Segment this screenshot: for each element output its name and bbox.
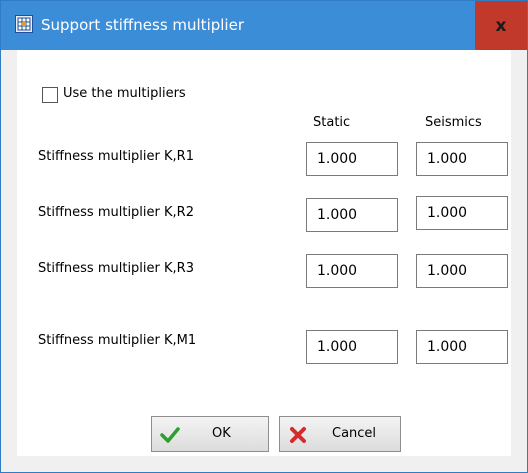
dialog-content: Use the multipliers Static Seismics Stif… bbox=[17, 50, 511, 456]
window-title: Support stiffness multiplier bbox=[41, 16, 244, 34]
close-button[interactable]: x bbox=[475, 1, 527, 50]
cancel-button[interactable]: Cancel bbox=[279, 416, 401, 452]
row-label-kr1: Stiffness multiplier K,R1 bbox=[38, 149, 194, 164]
seismics-field-kr3[interactable]: 1.000 bbox=[416, 254, 508, 288]
seismics-field-kr1[interactable]: 1.000 bbox=[416, 142, 508, 176]
seismics-field-km1[interactable]: 1.000 bbox=[416, 330, 508, 364]
ok-button[interactable]: OK bbox=[151, 416, 269, 452]
row-label-kr2: Stiffness multiplier K,R2 bbox=[38, 205, 194, 220]
red-x-icon bbox=[288, 425, 308, 445]
static-field-kr3[interactable]: 1.000 bbox=[306, 254, 398, 288]
green-check-icon bbox=[160, 425, 180, 445]
close-icon: x bbox=[495, 15, 507, 36]
seismics-field-kr2[interactable]: 1.000 bbox=[416, 196, 508, 230]
titlebar[interactable]: Support stiffness multiplier x bbox=[1, 1, 527, 50]
app-grid-icon bbox=[15, 15, 33, 33]
row-label-km1: Stiffness multiplier K,M1 bbox=[38, 333, 197, 348]
column-header-static: Static bbox=[313, 115, 351, 130]
row-label-kr3: Stiffness multiplier K,R3 bbox=[38, 261, 194, 276]
dialog-window: Support stiffness multiplier x Use the m… bbox=[0, 0, 528, 473]
column-header-seismics: Seismics bbox=[425, 115, 482, 130]
ok-label: OK bbox=[212, 426, 231, 441]
use-multipliers-label[interactable]: Use the multipliers bbox=[63, 86, 186, 101]
static-field-kr2[interactable]: 1.000 bbox=[306, 198, 398, 232]
use-multipliers-checkbox[interactable] bbox=[42, 87, 58, 103]
static-field-kr1[interactable]: 1.000 bbox=[306, 142, 398, 176]
static-field-km1[interactable]: 1.000 bbox=[306, 330, 398, 364]
cancel-label: Cancel bbox=[332, 426, 377, 441]
